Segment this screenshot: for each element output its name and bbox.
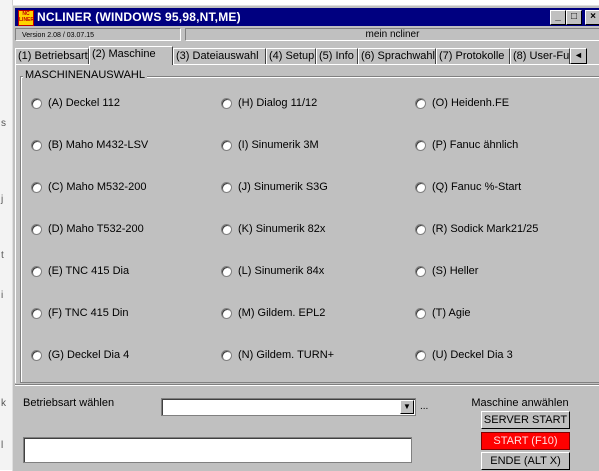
radio-circle-icon[interactable] (415, 140, 426, 151)
app-icon[interactable]: NC LINER (18, 10, 34, 26)
radio-circle-icon[interactable] (31, 350, 42, 361)
radio-circle-icon[interactable] (221, 266, 232, 277)
tab-protokolle[interactable]: (7) Protokolle (436, 48, 510, 64)
radio-label[interactable]: (H) Dialog 11/12 (238, 97, 317, 110)
radio-circle-icon[interactable] (415, 350, 426, 361)
radio-label[interactable]: (A) Deckel 112 (48, 97, 120, 110)
ellipsis-label: ... (420, 401, 429, 412)
background-glyph: k (1, 398, 6, 409)
close-button[interactable]: × (585, 10, 599, 25)
radio-circle-icon[interactable] (31, 140, 42, 151)
radio-label[interactable]: (K) Sinumerik 82x (238, 223, 325, 236)
radio-label[interactable]: (S) Heller (432, 265, 478, 278)
radio-circle-icon[interactable] (415, 266, 426, 277)
radio-circle-icon[interactable] (415, 98, 426, 109)
tab-strip: (1) Betriebsart (2) Maschine (3) Dateiau… (15, 46, 599, 65)
ende-button[interactable]: ENDE (ALT X) (481, 452, 570, 470)
radio-label[interactable]: (U) Deckel Dia 3 (432, 349, 513, 362)
radio-circle-icon[interactable] (415, 224, 426, 235)
radio-label[interactable]: (G) Deckel Dia 4 (48, 349, 129, 362)
radio-circle-icon[interactable] (221, 182, 232, 193)
maximize-button[interactable]: □ (566, 10, 582, 25)
profile-title: mein ncliner (185, 28, 599, 41)
radio-circle-icon[interactable] (31, 266, 42, 277)
radio-circle-icon[interactable] (31, 308, 42, 319)
radio-label[interactable]: (B) Maho M432-LSV (48, 139, 148, 152)
tab-sprachwahl[interactable]: (6) Sprachwahl (358, 48, 436, 64)
background-glyph: s (1, 118, 6, 129)
title-bar[interactable]: NC LINER NCLINER (WINDOWS 95,98,NT,ME) _… (15, 8, 599, 26)
radio-label[interactable]: (L) Sinumerik 84x (238, 265, 324, 278)
dropdown-arrow-icon[interactable]: ▼ (400, 400, 414, 414)
radio-circle-icon[interactable] (31, 224, 42, 235)
radio-circle-icon[interactable] (221, 140, 232, 151)
app-window: NC LINER NCLINER (WINDOWS 95,98,NT,ME) _… (12, 5, 599, 471)
tab-info[interactable]: (5) Info (316, 48, 358, 64)
background-glyph: i (1, 290, 4, 301)
bottom-panel: Betriebsart wählen ▼ ... Maschine anwähl… (15, 384, 599, 471)
radio-circle-icon[interactable] (221, 98, 232, 109)
radio-label[interactable]: (C) Maho M532-200 (48, 181, 146, 194)
info-bar: Version 2.08 / 03.07.15 mein ncliner (15, 27, 599, 43)
radio-label[interactable]: (D) Maho T532-200 (48, 223, 144, 236)
tab-user-functions[interactable]: (8) User-Fu (510, 48, 570, 64)
tab-maschine[interactable]: (2) Maschine (89, 46, 173, 65)
radio-circle-icon[interactable] (221, 350, 232, 361)
radio-label[interactable]: (I) Sinumerik 3M (238, 139, 319, 152)
background-glyph: l (1, 440, 4, 451)
minimize-button[interactable]: _ (550, 10, 566, 25)
radio-circle-icon[interactable] (415, 182, 426, 193)
radio-circle-icon[interactable] (31, 98, 42, 109)
start-button[interactable]: START (F10) (481, 432, 570, 450)
message-field[interactable] (23, 437, 412, 463)
radio-label[interactable]: (F) TNC 415 Din (48, 307, 128, 320)
radio-label[interactable]: (P) Fanuc ähnlich (432, 139, 518, 152)
group-title: MASCHINENAUSWAHL (23, 69, 147, 81)
radio-label[interactable]: (J) Sinumerik S3G (238, 181, 328, 194)
radio-label[interactable]: (Q) Fanuc %-Start (432, 181, 521, 194)
radio-label[interactable]: (M) Gildem. EPL2 (238, 307, 325, 320)
machine-panel: MASCHINENAUSWAHL (A) Deckel 112 (H) Dial… (15, 64, 599, 383)
radio-label[interactable]: (O) Heidenh.FE (432, 97, 509, 110)
tab-scroll-left-icon[interactable]: ◄ (570, 48, 587, 64)
betriebsart-select[interactable]: ▼ (161, 398, 416, 416)
tab-dateiauswahl[interactable]: (3) Dateiauswahl (173, 48, 266, 64)
tab-betriebsart[interactable]: (1) Betriebsart (15, 48, 89, 64)
background-glyph: t (1, 250, 4, 261)
radio-label[interactable]: (T) Agie (432, 307, 471, 320)
radio-label[interactable]: (R) Sodick Mark21/25 (432, 223, 538, 236)
tab-setup[interactable]: (4) Setup (266, 48, 316, 64)
background-glyph: j (1, 194, 4, 205)
radio-circle-icon[interactable] (221, 308, 232, 319)
server-start-button[interactable]: SERVER START (481, 411, 570, 429)
radio-circle-icon[interactable] (415, 308, 426, 319)
radio-label[interactable]: (E) TNC 415 Dia (48, 265, 129, 278)
machine-selection-group: MASCHINENAUSWAHL (A) Deckel 112 (H) Dial… (20, 69, 599, 383)
radio-label[interactable]: (N) Gildem. TURN+ (238, 349, 334, 362)
radio-circle-icon[interactable] (221, 224, 232, 235)
window-title: NCLINER (WINDOWS 95,98,NT,ME) (37, 10, 241, 24)
version-label: Version 2.08 / 03.07.15 (15, 28, 181, 41)
betriebsart-label: Betriebsart wählen (23, 397, 115, 409)
maschine-label: Maschine anwählen (471, 397, 569, 409)
radio-circle-icon[interactable] (31, 182, 42, 193)
